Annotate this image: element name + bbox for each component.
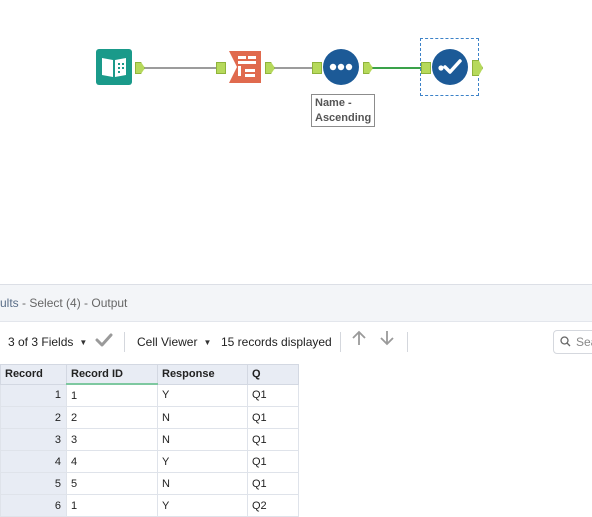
cell-response[interactable]: Y: [157, 383, 248, 407]
column-header-record[interactable]: Record: [0, 364, 67, 385]
cell-response[interactable]: N: [157, 406, 248, 429]
results-table: Record Record ID Response Q 1 1 Y Q1 2 2…: [0, 364, 299, 517]
record-number: 4: [0, 450, 67, 473]
record-number: 2: [0, 406, 67, 429]
results-title-bar: ults - Select (4) - Output: [0, 285, 592, 322]
cell-record-id[interactable]: 2: [66, 406, 158, 429]
search-placeholder: Sea: [576, 335, 592, 349]
annotation-line-1: Name -: [315, 97, 352, 109]
record-number: 6: [0, 494, 67, 517]
cell-q[interactable]: Q1: [247, 472, 299, 495]
sort-icon: [323, 49, 359, 85]
select-check-icon: [432, 49, 468, 85]
results-toolbar: 3 of 3 Fields ▼ Cell Viewer ▼ 15 records d…: [0, 322, 592, 362]
column-header-response[interactable]: Response: [157, 364, 248, 385]
cell-record-id[interactable]: 3: [66, 428, 158, 451]
cell-response[interactable]: Y: [157, 494, 248, 517]
select-output-anchor[interactable]: [472, 60, 483, 76]
table-header-row: Record Record ID Response Q: [0, 364, 299, 385]
select-input-anchor[interactable]: [421, 62, 431, 74]
apply-fields-button[interactable]: [95, 323, 113, 363]
cell-response[interactable]: N: [157, 428, 248, 451]
crosstab-output-anchor[interactable]: [265, 62, 275, 74]
table-row[interactable]: 5 5 N Q1: [0, 472, 299, 495]
chevron-down-icon: ▼: [203, 338, 212, 347]
cell-q[interactable]: Q1: [247, 450, 299, 473]
cell-record-id[interactable]: 1: [66, 494, 158, 517]
input-output-anchor[interactable]: [135, 62, 145, 74]
connection-sort-to-select[interactable]: [372, 67, 422, 69]
table-row[interactable]: 3 3 N Q1: [0, 428, 299, 451]
cell-q[interactable]: Q1: [247, 406, 299, 429]
workflow-canvas[interactable]: Name - Ascending: [0, 0, 592, 284]
toolbar-divider: [340, 332, 341, 352]
record-number: 5: [0, 472, 67, 495]
results-panel: ults - Select (4) - Output 3 of 3 Fields…: [0, 284, 592, 517]
connection-crosstab-to-sort[interactable]: [273, 67, 313, 69]
scroll-down-button[interactable]: [378, 323, 396, 363]
toolbar-divider: [407, 332, 408, 352]
cell-record-id[interactable]: 1: [66, 383, 158, 407]
cell-viewer-dropdown[interactable]: Cell Viewer ▼: [137, 322, 211, 362]
records-count: 15 records displayed: [221, 335, 332, 349]
column-header-q[interactable]: Q: [247, 364, 299, 385]
cell-q[interactable]: Q2: [247, 494, 299, 517]
sort-annotation: Name - Ascending: [311, 94, 375, 127]
sort-output-anchor[interactable]: [363, 62, 373, 74]
scroll-up-button[interactable]: [350, 323, 368, 363]
sort-input-anchor[interactable]: [312, 62, 322, 74]
fields-label: 3 of 3 Fields: [8, 335, 74, 349]
annotation-line-2: Ascending: [315, 112, 372, 124]
search-icon: [560, 336, 571, 347]
chevron-down-icon: ▼: [79, 338, 88, 347]
column-header-record-id[interactable]: Record ID: [66, 364, 158, 385]
table-row[interactable]: 1 1 Y Q1: [0, 383, 299, 407]
table-row[interactable]: 4 4 Y Q1: [0, 450, 299, 473]
cell-response[interactable]: N: [157, 472, 248, 495]
connection-input-to-crosstab[interactable]: [144, 67, 218, 69]
fields-dropdown[interactable]: 3 of 3 Fields ▼: [8, 322, 87, 362]
cell-q[interactable]: Q1: [247, 428, 299, 451]
table-row[interactable]: 6 1 Y Q2: [0, 494, 299, 517]
crosstab-tool[interactable]: [227, 49, 263, 85]
cell-record-id[interactable]: 4: [66, 450, 158, 473]
arrow-down-icon: [380, 331, 394, 346]
cell-response[interactable]: Y: [157, 450, 248, 473]
search-input[interactable]: Sea: [553, 330, 592, 354]
table-row[interactable]: 2 2 N Q1: [0, 406, 299, 429]
arrow-up-icon: [352, 330, 366, 345]
cell-q[interactable]: Q1: [247, 383, 299, 407]
cell-viewer-label: Cell Viewer: [137, 335, 198, 349]
toolbar-divider: [124, 332, 125, 352]
record-number: 3: [0, 428, 67, 451]
book-icon: [96, 49, 132, 85]
results-source: - Select (4) - Output: [18, 296, 128, 310]
crosstab-icon: [229, 51, 261, 83]
input-data-tool[interactable]: [96, 49, 132, 85]
checkmark-icon: [95, 333, 113, 347]
crosstab-input-anchor[interactable]: [216, 62, 226, 74]
sort-tool[interactable]: [323, 49, 359, 85]
select-tool[interactable]: [432, 49, 468, 85]
cell-record-id[interactable]: 5: [66, 472, 158, 495]
record-number: 1: [0, 383, 67, 407]
results-title: ults: [0, 296, 19, 310]
